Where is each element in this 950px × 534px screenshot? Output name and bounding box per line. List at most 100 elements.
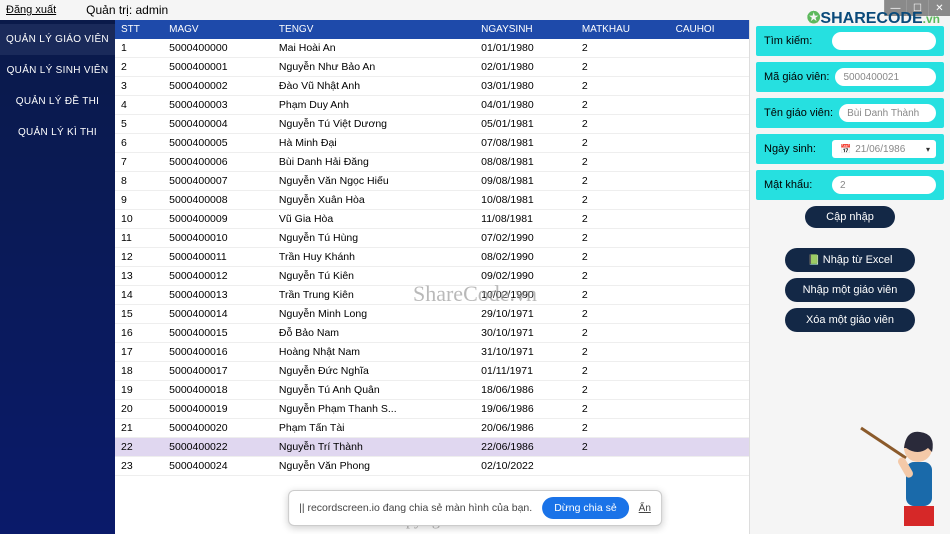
table-row[interactable]: 25000400001Nguyễn Như Bảo An02/01/19802: [115, 58, 749, 77]
cell-stt: 4: [115, 96, 163, 115]
cell-ch: [670, 134, 749, 153]
column-header[interactable]: NGAYSINH: [475, 20, 576, 39]
cell-tengv: Mai Hoài An: [273, 39, 475, 58]
ns-row: Ngày sinh: 📅 21/06/1986 ▾: [756, 134, 944, 164]
cell-stt: 15: [115, 305, 163, 324]
table-row[interactable]: 175000400016Hoàng Nhật Nam31/10/19712: [115, 343, 749, 362]
sidebar-item-0[interactable]: QUẢN LÝ GIÁO VIÊN: [0, 24, 115, 55]
search-input[interactable]: [832, 32, 936, 50]
cell-magv: 5000400007: [163, 172, 273, 191]
table-row[interactable]: 145000400013Trần Trung Kiên10/02/19902: [115, 286, 749, 305]
cell-ch: [670, 324, 749, 343]
cell-tengv: Nguyễn Đức Nghĩa: [273, 362, 475, 381]
cell-ch: [670, 362, 749, 381]
column-header[interactable]: CAUHOI: [670, 20, 749, 39]
cell-stt: 17: [115, 343, 163, 362]
cell-magv: 5000400005: [163, 134, 273, 153]
table-row[interactable]: 85000400007Nguyễn Văn Ngọc Hiếu09/08/198…: [115, 172, 749, 191]
cell-mk: 2: [576, 153, 670, 172]
column-header[interactable]: TENGV: [273, 20, 475, 39]
cell-ns: 04/01/1980: [475, 96, 576, 115]
import-excel-button[interactable]: Nhập từ Excel: [785, 248, 915, 272]
cell-ns: 03/01/1980: [475, 77, 576, 96]
cell-ns: 02/01/1980: [475, 58, 576, 77]
table-row[interactable]: 105000400009Vũ Gia Hòa11/08/19812: [115, 210, 749, 229]
mk-input[interactable]: 2: [832, 176, 936, 194]
cell-ch: [670, 39, 749, 58]
cell-mk: 2: [576, 39, 670, 58]
teacher-table[interactable]: STTMAGVTENGVNGAYSINHMATKHAUCAUHOI 150004…: [115, 20, 749, 476]
table-row[interactable]: 55000400004Nguyễn Tú Việt Dương05/01/198…: [115, 115, 749, 134]
sidebar-item-3[interactable]: QUẢN LÝ KÌ THI: [0, 117, 115, 148]
stop-sharing-button[interactable]: Dừng chia sẻ: [542, 497, 628, 519]
cell-magv: 5000400006: [163, 153, 273, 172]
sharecode-logo: ✪SHARECODE.vn: [807, 8, 940, 28]
cell-tengv: Nguyễn Xuân Hòa: [273, 191, 475, 210]
cell-tengv: Nguyễn Tú Việt Dương: [273, 115, 475, 134]
cell-magv: 5000400011: [163, 248, 273, 267]
table-row[interactable]: 115000400010Nguyễn Tú Hùng07/02/19902: [115, 229, 749, 248]
cell-ch: [670, 248, 749, 267]
table-row[interactable]: 135000400012Nguyễn Tú Kiên09/02/19902: [115, 267, 749, 286]
magv-row: Mã giáo viên: 5000400021: [756, 62, 944, 92]
table-row[interactable]: 205000400019Nguyễn Phạm Thanh S...19/06/…: [115, 400, 749, 419]
cell-stt: 3: [115, 77, 163, 96]
tengv-input[interactable]: Bùi Danh Thành: [839, 104, 936, 122]
cell-mk: 2: [576, 58, 670, 77]
table-row[interactable]: 195000400018Nguyễn Tú Anh Quân18/06/1986…: [115, 381, 749, 400]
column-header[interactable]: MAGV: [163, 20, 273, 39]
cell-magv: 5000400009: [163, 210, 273, 229]
cell-magv: 5000400016: [163, 343, 273, 362]
cell-ch: [670, 305, 749, 324]
cell-ns: 08/08/1981: [475, 153, 576, 172]
hide-toast-link[interactable]: Ẩn: [639, 503, 651, 514]
update-button[interactable]: Cập nhập: [805, 206, 895, 228]
cell-ns: 10/08/1981: [475, 191, 576, 210]
cell-ns: 19/06/1986: [475, 400, 576, 419]
cell-stt: 19: [115, 381, 163, 400]
table-row[interactable]: 95000400008Nguyễn Xuân Hòa10/08/19812: [115, 191, 749, 210]
table-row[interactable]: 225000400022Nguyễn Trí Thành22/06/19862: [115, 438, 749, 457]
cell-magv: 5000400002: [163, 77, 273, 96]
table-row[interactable]: 75000400006Bùi Danh Hải Đăng08/08/19812: [115, 153, 749, 172]
sidebar-item-2[interactable]: QUẢN LÝ ĐỀ THI: [0, 86, 115, 117]
admin-info: Quản trị: admin: [86, 3, 168, 17]
add-teacher-button[interactable]: Nhập một giáo viên: [785, 278, 915, 302]
column-header[interactable]: MATKHAU: [576, 20, 670, 39]
cell-ns: 30/10/1971: [475, 324, 576, 343]
table-row[interactable]: 235000400024Nguyễn Văn Phong02/10/2022: [115, 457, 749, 476]
table-row[interactable]: 15000400000Mai Hoài An01/01/19802: [115, 39, 749, 58]
table-row[interactable]: 35000400002Đào Vũ Nhật Anh03/01/19802: [115, 77, 749, 96]
cell-mk: 2: [576, 343, 670, 362]
cell-ns: 07/02/1990: [475, 229, 576, 248]
cell-mk: 2: [576, 96, 670, 115]
delete-teacher-button[interactable]: Xóa một giáo viên: [785, 308, 915, 332]
toast-text: || recordscreen.io đang chia sẻ màn hình…: [299, 502, 532, 514]
table-row[interactable]: 215000400020Phạm Tấn Tài20/06/19862: [115, 419, 749, 438]
sidebar-item-1[interactable]: QUẢN LÝ SINH VIÊN: [0, 55, 115, 86]
table-row[interactable]: 125000400011Trần Huy Khánh08/02/19902: [115, 248, 749, 267]
cell-mk: 2: [576, 191, 670, 210]
table-row[interactable]: 45000400003Phạm Duy Anh04/01/19802: [115, 96, 749, 115]
cell-ns: 07/08/1981: [475, 134, 576, 153]
calendar-icon: 📅: [840, 144, 851, 155]
column-header[interactable]: STT: [115, 20, 163, 39]
cell-magv: 5000400013: [163, 286, 273, 305]
cell-mk: [576, 457, 670, 476]
table-row[interactable]: 65000400005Hà Minh Đại07/08/19812: [115, 134, 749, 153]
cell-ns: 18/06/1986: [475, 381, 576, 400]
cell-stt: 20: [115, 400, 163, 419]
logout-link[interactable]: Đăng xuất: [6, 4, 56, 16]
cell-ns: 29/10/1971: [475, 305, 576, 324]
ns-datepicker[interactable]: 📅 21/06/1986 ▾: [832, 140, 936, 158]
cell-tengv: Phạm Duy Anh: [273, 96, 475, 115]
magv-input[interactable]: 5000400021: [835, 68, 936, 86]
ns-value: 21/06/1986: [855, 144, 905, 155]
cell-stt: 22: [115, 438, 163, 457]
table-row[interactable]: 165000400015Đỗ Bảo Nam30/10/19712: [115, 324, 749, 343]
cell-tengv: Nguyễn Trí Thành: [273, 438, 475, 457]
table-row[interactable]: 185000400017Nguyễn Đức Nghĩa01/11/19712: [115, 362, 749, 381]
teacher-illustration: [856, 408, 946, 528]
cell-ch: [670, 286, 749, 305]
table-row[interactable]: 155000400014Nguyễn Minh Long29/10/19712: [115, 305, 749, 324]
